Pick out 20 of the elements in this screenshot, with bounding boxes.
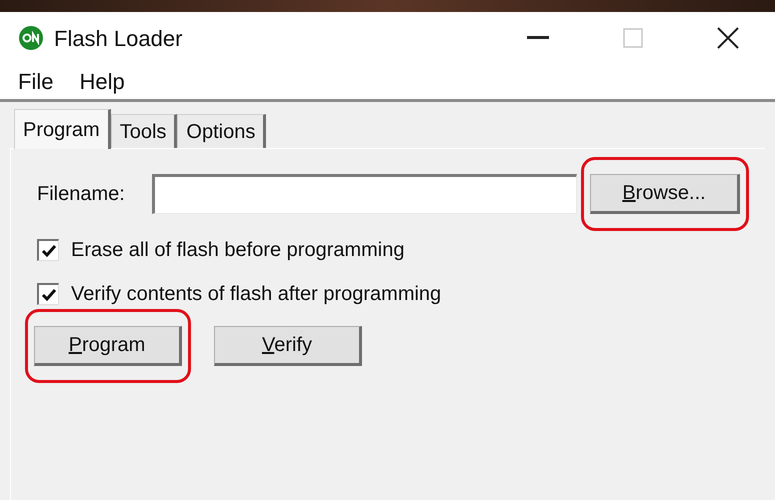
filename-field[interactable] [152, 174, 577, 214]
window-title: Flash Loader [54, 24, 182, 52]
push-button[interactable]: Verify [214, 326, 362, 366]
push-button[interactable]: Program [34, 326, 182, 366]
push-button[interactable]: Browse... [590, 174, 740, 214]
menu-item[interactable]: Help [79, 65, 125, 98]
tab[interactable]: Tools [110, 114, 178, 148]
close-icon[interactable] [716, 27, 738, 49]
filename-label: Filename: [37, 182, 126, 207]
tab[interactable]: Program [14, 109, 111, 149]
checkbox-label: Verify contents of flash after programming [71, 282, 442, 307]
tab[interactable]: Options [177, 114, 266, 148]
checkbox[interactable] [37, 239, 59, 261]
checkbox-label: Erase all of flash before programming [71, 238, 404, 263]
logo-icon [18, 25, 44, 51]
checkbox[interactable] [37, 283, 59, 305]
menu-item[interactable]: File [18, 65, 54, 98]
check-icon [40, 244, 56, 258]
check-icon [40, 288, 56, 302]
minimize-icon[interactable] [526, 36, 548, 40]
